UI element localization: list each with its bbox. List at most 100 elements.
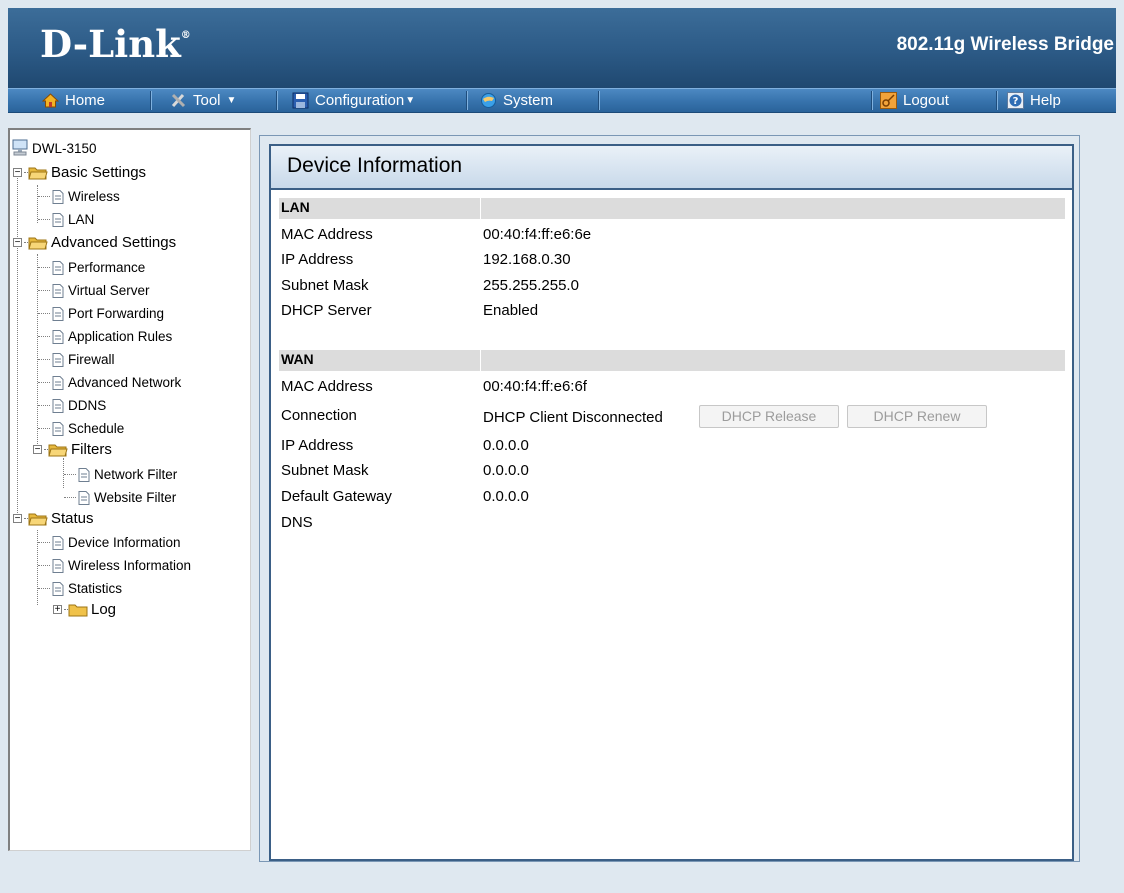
- dhcp-renew-button[interactable]: DHCP Renew: [847, 405, 987, 428]
- tree-port-forwarding[interactable]: Port Forwarding: [38, 306, 164, 321]
- tool-menu[interactable]: Tool ▼: [170, 89, 236, 112]
- wan-mask-value: 0.0.0.0: [483, 462, 529, 479]
- tree-performance[interactable]: Performance: [38, 260, 145, 275]
- field-label: Connection: [281, 407, 357, 424]
- section-heading: LAN: [281, 199, 310, 215]
- page-icon: [52, 283, 64, 298]
- tree-application-rules[interactable]: Application Rules: [38, 329, 172, 344]
- navigation-tree: DWL-3150 − Basic Settings Wireless LAN −…: [8, 128, 251, 851]
- page-icon: [52, 398, 64, 413]
- logout-label: Logout: [903, 91, 949, 109]
- page-icon: [52, 352, 64, 367]
- tree-basic-settings[interactable]: − Basic Settings: [13, 164, 146, 181]
- svg-text:?: ?: [1013, 96, 1019, 107]
- lan-section-header: LAN: [279, 198, 1065, 219]
- page-icon: [52, 189, 64, 204]
- lan-ip-value: 192.168.0.30: [483, 251, 571, 268]
- tree-label: Performance: [68, 260, 146, 275]
- folder-open-icon: [28, 237, 48, 249]
- tree-label: Firewall: [68, 352, 115, 367]
- header-banner: D-Link® 802.11g Wireless Bridge: [8, 8, 1116, 88]
- configuration-menu[interactable]: Configuration ▼: [292, 89, 415, 112]
- folder-open-icon: [28, 167, 48, 179]
- collapse-icon[interactable]: −: [13, 238, 22, 248]
- tree-wireless-information[interactable]: Wireless Information: [38, 558, 191, 573]
- tree-label: Port Forwarding: [68, 306, 165, 321]
- tree-status[interactable]: − Status: [13, 510, 94, 527]
- tree-filters[interactable]: − Filters: [33, 441, 112, 458]
- tree-statistics[interactable]: Statistics: [38, 581, 122, 596]
- field-label: MAC Address: [281, 226, 373, 243]
- tree-firewall[interactable]: Firewall: [38, 352, 115, 367]
- help-button[interactable]: ? Help: [1007, 89, 1061, 112]
- page-icon: [52, 581, 64, 596]
- tree-network-filter[interactable]: Network Filter: [64, 467, 177, 482]
- dhcp-release-button[interactable]: DHCP Release: [699, 405, 839, 428]
- tree-log[interactable]: + Log: [53, 601, 116, 618]
- page-icon: [52, 306, 64, 321]
- tree-label: Statistics: [68, 581, 123, 596]
- field-label: Subnet Mask: [281, 462, 369, 479]
- page-icon: [52, 329, 64, 344]
- tree-advanced-settings[interactable]: − Advanced Settings: [13, 234, 176, 251]
- lan-dhcp-value: Enabled: [483, 302, 539, 319]
- field-label: Subnet Mask: [281, 277, 369, 294]
- tree-label: Network Filter: [94, 467, 178, 482]
- logo-text: D-Link: [40, 22, 181, 66]
- logout-icon: [880, 92, 897, 109]
- configuration-label: Configuration: [315, 91, 405, 109]
- page-icon: [52, 212, 64, 227]
- tree-label: Virtual Server: [68, 283, 150, 298]
- device-information-panel: Device Information LAN MAC Address 00:40…: [269, 144, 1074, 861]
- wan-gateway-value: 0.0.0.0: [483, 488, 529, 505]
- page-icon: [78, 490, 90, 505]
- tree-website-filter[interactable]: Website Filter: [64, 490, 176, 505]
- home-icon: [42, 93, 59, 108]
- tree-label: Website Filter: [94, 490, 177, 505]
- tree-root-device[interactable]: DWL-3150: [10, 138, 97, 158]
- page-icon: [52, 535, 64, 550]
- tree-lan[interactable]: LAN: [38, 212, 94, 227]
- field-label: DNS: [281, 514, 313, 531]
- home-menu[interactable]: Home: [42, 89, 105, 112]
- registered-mark: ®: [180, 30, 191, 41]
- expand-icon[interactable]: +: [53, 605, 62, 615]
- help-label: Help: [1030, 91, 1061, 109]
- field-label: DHCP Server: [281, 302, 372, 319]
- tool-label: Tool: [193, 91, 221, 109]
- system-menu[interactable]: System: [480, 89, 553, 112]
- tree-schedule[interactable]: Schedule: [38, 421, 124, 436]
- tree-ddns[interactable]: DDNS: [38, 398, 106, 413]
- logout-button[interactable]: Logout: [880, 89, 949, 112]
- wan-ip-value: 0.0.0.0: [483, 437, 529, 454]
- collapse-icon[interactable]: −: [13, 168, 22, 178]
- collapse-icon[interactable]: −: [13, 514, 22, 524]
- wan-mac-value: 00:40:f4:ff:e6:6f: [483, 378, 587, 395]
- help-icon: ?: [1007, 92, 1024, 109]
- tree-wireless[interactable]: Wireless: [38, 189, 120, 204]
- page-icon: [52, 260, 64, 275]
- wan-section-header: WAN: [279, 350, 1065, 371]
- page-icon: [52, 558, 64, 573]
- field-label: MAC Address: [281, 378, 373, 395]
- tree-device-information[interactable]: Device Information: [38, 535, 181, 550]
- folder-open-icon: [28, 513, 48, 525]
- tree-label: LAN: [68, 212, 95, 227]
- tool-icon: [171, 93, 186, 108]
- page-title: Device Information: [271, 146, 1072, 190]
- tree-virtual-server[interactable]: Virtual Server: [38, 283, 150, 298]
- chevron-down-icon: ▼: [226, 94, 237, 106]
- field-label: IP Address: [281, 251, 354, 268]
- computer-icon: [12, 139, 28, 156]
- tree-label: DDNS: [68, 398, 107, 413]
- page-icon: [52, 421, 64, 436]
- tree-label: Wireless: [68, 189, 120, 204]
- configuration-icon: [292, 92, 309, 109]
- main-toolbar: Home Tool ▼ Configuration ▼ System Logou…: [8, 88, 1116, 113]
- page-icon: [78, 467, 90, 482]
- section-heading: WAN: [281, 351, 314, 367]
- tree-advanced-network[interactable]: Advanced Network: [38, 375, 181, 390]
- collapse-icon[interactable]: −: [33, 445, 42, 455]
- home-label: Home: [65, 91, 106, 109]
- tree-label: Status: [51, 510, 94, 527]
